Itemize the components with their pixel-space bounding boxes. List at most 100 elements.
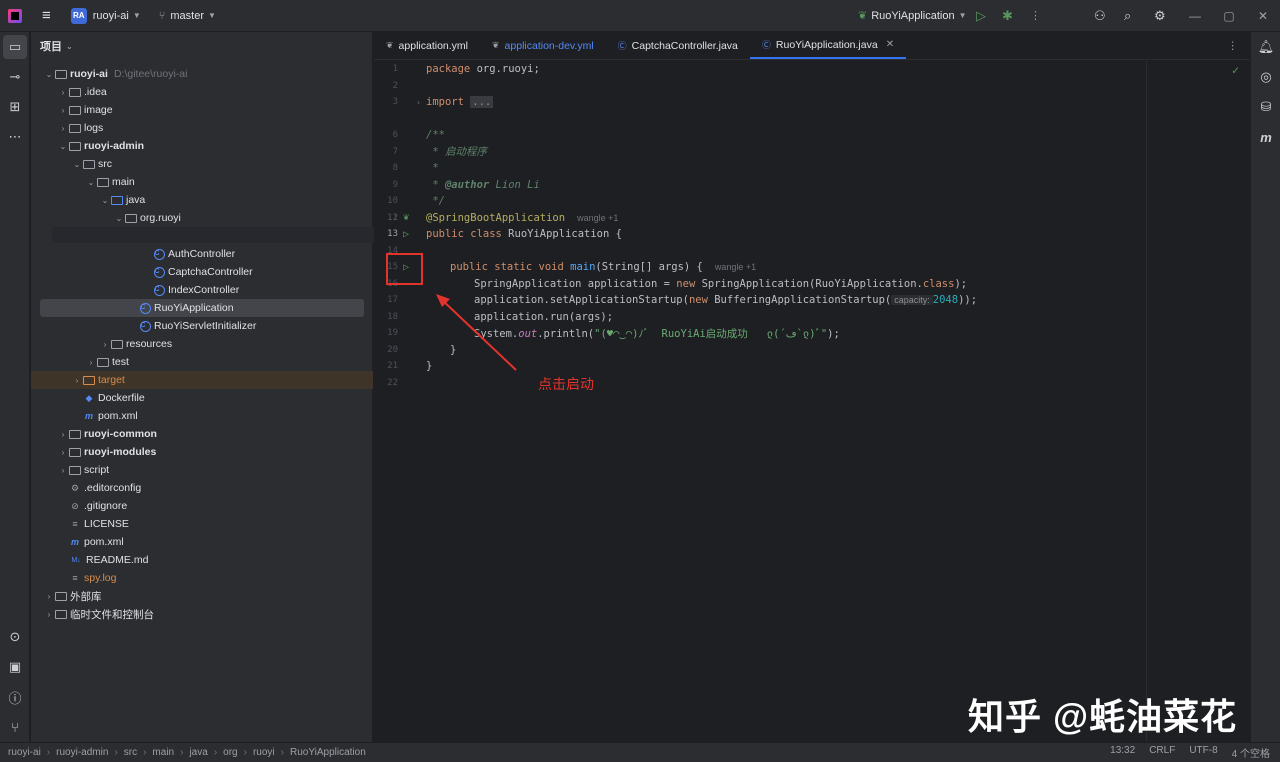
database-icon[interactable]: ⛁ <box>1251 92 1280 122</box>
tree-row[interactable]: ⚙ .editorconfig <box>31 479 373 497</box>
breadcrumb-item[interactable]: ruoyi-ai <box>8 747 41 758</box>
spring-bean-gutter-icon[interactable]: ❦ <box>403 212 409 223</box>
more-tools-icon[interactable]: ⋯ <box>0 122 30 152</box>
add-user-icon[interactable]: ⚇ <box>1088 0 1112 32</box>
tree-row[interactable]: › logs <box>31 119 373 137</box>
tree-row[interactable]: C CaptchaController <box>31 263 373 281</box>
editor-tab[interactable]: ❦ application-dev.yml <box>480 32 606 59</box>
settings-gear-icon[interactable]: ⚙ <box>1148 0 1172 32</box>
tree-row[interactable]: C RuoYiServletInitializer <box>31 317 373 335</box>
minimize-icon[interactable]: — <box>1178 9 1212 23</box>
fold-arrow-icon[interactable]: › <box>416 98 421 107</box>
tree-row[interactable]: ⌄ ruoyi-ai D:\gitee\ruoyi-ai <box>31 65 373 83</box>
tree-row[interactable]: › ruoyi-common <box>31 425 373 443</box>
chevron-down-icon[interactable]: ⌄ <box>43 70 55 79</box>
tree-row[interactable]: C IndexController <box>31 281 373 299</box>
code-editor[interactable]: 1 package org.ruoyi; 2 3 › import ... 6/** … <box>374 61 1250 741</box>
cursor-position[interactable]: 13:32 <box>1110 745 1135 760</box>
breadcrumb-item[interactable]: RuoYiApplication <box>290 747 366 758</box>
commit-icon[interactable]: ⊸ <box>0 62 30 92</box>
breadcrumb-item[interactable]: ruoyi <box>253 747 275 758</box>
tree-row[interactable]: m pom.xml <box>31 407 373 425</box>
no-problems-check-icon[interactable]: ✓ <box>1231 65 1240 77</box>
main-menu-button[interactable]: ≡ <box>36 0 57 32</box>
project-folder-icon[interactable]: ▭ <box>3 35 27 59</box>
notifications-bell-icon[interactable]: 🔔︎ <box>1251 32 1280 62</box>
chevron-down-icon[interactable]: ⌄ <box>85 178 97 187</box>
terminal-icon[interactable]: ▣ <box>0 652 30 682</box>
line-separator[interactable]: CRLF <box>1149 745 1175 760</box>
chevron-down-icon[interactable]: ⌄ <box>113 214 125 223</box>
run-config-selector[interactable]: ❦ RuoYiApplication ▼ <box>852 0 973 32</box>
more-actions-icon[interactable]: ⋮ <box>1024 0 1047 32</box>
tree-row[interactable]: ⌄ main <box>31 173 373 191</box>
chevron-right-icon[interactable]: › <box>71 376 83 385</box>
tree-row[interactable]: › image <box>31 101 373 119</box>
chevron-down-icon[interactable]: ⌄ <box>99 196 111 205</box>
project-panel-header[interactable]: 项目 ⌄ <box>31 32 372 60</box>
chevron-right-icon[interactable]: › <box>43 592 55 601</box>
chevron-right-icon[interactable]: › <box>57 88 69 97</box>
chevron-right-icon[interactable]: › <box>57 106 69 115</box>
chevron-right-icon[interactable]: › <box>57 430 69 439</box>
tree-row[interactable]: ⌄ org.ruoyi <box>31 209 373 227</box>
git-icon[interactable]: ⑂ <box>0 712 30 742</box>
chevron-right-icon[interactable]: › <box>57 466 69 475</box>
tree-row[interactable]: M↓ README.md <box>31 551 373 569</box>
tree-row[interactable]: ≡ spy.log <box>31 569 373 587</box>
tree-row[interactable]: › test <box>31 353 373 371</box>
chevron-right-icon[interactable]: › <box>99 340 111 349</box>
maven-icon[interactable]: m <box>1251 122 1280 152</box>
tree-row[interactable]: › 临时文件和控制台 <box>31 605 373 623</box>
debug-button[interactable]: ✱ <box>996 0 1019 32</box>
close-tab-icon[interactable]: ✕ <box>886 39 894 50</box>
project-switcher[interactable]: RA ruoyi-ai ▼ <box>65 0 147 32</box>
tree-row[interactable]: › resources <box>31 335 373 353</box>
tree-row[interactable]: ⌄ src <box>31 155 373 173</box>
breadcrumb-item[interactable]: java <box>189 747 207 758</box>
search-icon[interactable]: ⌕ <box>1118 0 1137 32</box>
folded-imports[interactable]: ... <box>470 96 494 109</box>
chevron-right-icon[interactable]: › <box>43 610 55 619</box>
close-icon[interactable]: ✕ <box>1246 9 1280 23</box>
problems-icon[interactable]: ⓘ <box>0 682 30 712</box>
tree-row[interactable]: ⌄ java <box>31 191 373 209</box>
breadcrumb-item[interactable]: ruoyi-admin <box>56 747 108 758</box>
zhihu-watermark: 知乎 @蚝油菜花 <box>968 696 1238 737</box>
run-button[interactable]: ▷ <box>970 0 992 32</box>
chevron-right-icon[interactable]: › <box>85 358 97 367</box>
tree-row[interactable]: ◆ Dockerfile <box>31 389 373 407</box>
chevron-down-icon[interactable]: ⌄ <box>57 142 69 151</box>
breadcrumb-item[interactable]: src <box>124 747 137 758</box>
run-class-gutter-icon[interactable]: ▷ <box>403 229 409 240</box>
branch-switcher[interactable]: ⑂ master ▼ <box>153 0 222 32</box>
editor-tab[interactable]: Ⓒ CaptchaController.java <box>606 32 750 59</box>
tree-row[interactable]: C RuoYiApplication <box>40 299 364 317</box>
maximize-icon[interactable]: ▢ <box>1212 9 1246 23</box>
tree-row[interactable]: › script <box>31 461 373 479</box>
chevron-right-icon[interactable]: › <box>57 124 69 133</box>
tree-row[interactable]: ≡ LICENSE <box>31 515 373 533</box>
breadcrumb-item[interactable]: main <box>152 747 174 758</box>
structure-icon[interactable]: ⊞ <box>0 92 30 122</box>
tree-row[interactable]: › ruoyi-modules <box>31 443 373 461</box>
tree-row[interactable]: ⌄ ruoyi-admin <box>31 137 373 155</box>
services-icon[interactable]: ⊙ <box>0 622 30 652</box>
git-author-hint[interactable]: wangle +1 <box>715 262 756 272</box>
tree-row[interactable]: m pom.xml <box>31 533 373 551</box>
tab-options-icon[interactable]: ⋮ <box>1216 32 1251 59</box>
ai-assistant-icon[interactable]: ◎ <box>1251 62 1280 92</box>
editor-tab[interactable]: Ⓒ RuoYiApplication.java ✕ <box>749 32 907 59</box>
tree-row[interactable]: › 外部库 <box>31 587 373 605</box>
tree-row[interactable]: C AuthController <box>31 245 373 263</box>
intellij-logo-icon[interactable] <box>8 8 22 23</box>
tree-row[interactable]: › .idea <box>31 83 373 101</box>
breadcrumb-item[interactable]: org <box>223 747 237 758</box>
chevron-right-icon[interactable]: › <box>57 448 69 457</box>
file-encoding[interactable]: UTF-8 <box>1189 745 1217 760</box>
tree-row[interactable]: ⊘ .gitignore <box>31 497 373 515</box>
editor-tab[interactable]: ❦ application.yml <box>374 32 480 59</box>
indent-setting[interactable]: 4 个空格 <box>1232 745 1270 760</box>
chevron-down-icon[interactable]: ⌄ <box>71 160 83 169</box>
tree-row[interactable]: › target <box>31 371 373 389</box>
